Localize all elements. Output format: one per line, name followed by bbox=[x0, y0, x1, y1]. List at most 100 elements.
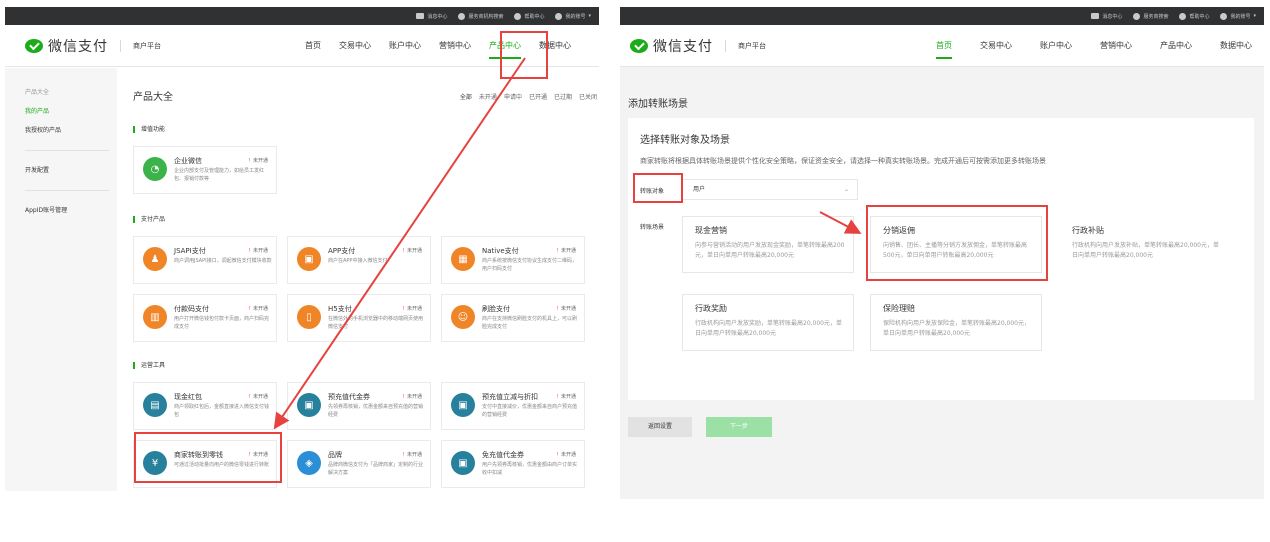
section-title: 增值功能 bbox=[133, 126, 165, 133]
discount-icon: ▣ bbox=[451, 393, 475, 417]
topbar-message[interactable]: 消息中心 bbox=[416, 13, 447, 20]
sidebar-item-all-products[interactable]: 产品大全 bbox=[5, 83, 117, 102]
nav-marketing[interactable]: 营销中心 bbox=[1100, 25, 1132, 67]
sidebar-item-appid[interactable]: AppID账号管理 bbox=[5, 201, 117, 220]
filter-all[interactable]: 全部 bbox=[460, 92, 472, 101]
nav-marketing[interactable]: 营销中心 bbox=[439, 25, 471, 67]
message-icon bbox=[1091, 13, 1100, 19]
brand-logo[interactable]: 微信支付 商户平台 bbox=[25, 36, 161, 56]
scene-option-distribution-commission[interactable]: 分销返佣 向销售、团长、主播等分销方发放佣金，单笔转账最高500元，单日向单用户… bbox=[870, 216, 1042, 273]
sidebar-item-authorized[interactable]: 我授权的产品 bbox=[5, 121, 117, 140]
product-card-red-packet[interactable]: ▤ 现金红包 ！未开通 商户领取红包后，金额直接进入微信支付钱包 bbox=[133, 382, 277, 430]
product-card-face[interactable]: ☺ 刷脸支付 ！未开通 商户在支持微信刷脸支付的机具上，可以刷脸完成支付 bbox=[441, 294, 585, 342]
status-badge: ！未开通 bbox=[555, 248, 576, 254]
sidebar-divider bbox=[25, 190, 109, 191]
chevron-down-icon: ⌄ bbox=[843, 186, 849, 193]
scene-name: 现金营销 bbox=[695, 226, 727, 235]
wechat-pay-logo-icon bbox=[630, 38, 648, 53]
topbar-service-search[interactable]: 服务商机构搜索 bbox=[458, 12, 503, 20]
help-icon bbox=[514, 12, 522, 20]
native-icon: ▦ bbox=[451, 247, 475, 271]
card-desc: 商户领取红包后，金额直接进入微信支付钱包 bbox=[174, 404, 270, 418]
target-value: 用户 bbox=[693, 186, 706, 193]
scene-option-admin-subsidy[interactable]: 行政补贴 行政机构向用户发放补贴，单笔转账最高20,000元，单日向单用户转账最… bbox=[1059, 216, 1231, 273]
nav-trade[interactable]: 交易中心 bbox=[980, 25, 1012, 67]
free-voucher-icon: ▣ bbox=[451, 451, 475, 475]
next-button[interactable]: 下一步 bbox=[706, 417, 772, 437]
product-card-app[interactable]: ▣ APP支付 ！未开通 商户在APP中接入微信支付 bbox=[287, 236, 431, 284]
scene-option-admin-reward[interactable]: 行政奖励 行政机构向用户发放奖励，单笔转账最高20,000元，单日向单用户转账最… bbox=[682, 294, 854, 351]
face-icon: ☺ bbox=[451, 305, 475, 329]
nav-products[interactable]: 产品中心 bbox=[1160, 25, 1192, 67]
card-name: 企业微信 bbox=[174, 157, 202, 165]
nav-products[interactable]: 产品中心 bbox=[489, 25, 521, 67]
card-name: 品牌 bbox=[328, 451, 342, 459]
page-title: 产品大全 bbox=[133, 92, 173, 103]
card-desc: 商户系统按微信支付协议生成支付二维码，用户扫码支付 bbox=[482, 258, 578, 272]
sidebar-item-my-products[interactable]: 我的产品 bbox=[5, 102, 117, 121]
product-card-voucher[interactable]: ▣ 预充值代金券 ！未开通 先领券再核销，优惠金额来自预充值的营销经费 bbox=[287, 382, 431, 430]
target-select[interactable]: 用户 ⌄ bbox=[682, 179, 858, 200]
sidebar-item-dev-config[interactable]: 开发配置 bbox=[5, 161, 117, 180]
product-list: 产品大全 全部 未开通 申请中 已开通 已过期 已关闭 增值功能 支付产品 运营… bbox=[117, 68, 599, 491]
section-title: 运营工具 bbox=[133, 362, 165, 369]
topbar-account[interactable]: 我的账号 ▾ bbox=[1220, 12, 1256, 20]
sidebar: 产品大全 我的产品 我授权的产品 开发配置 AppID账号管理 bbox=[5, 68, 117, 491]
product-card-barcode[interactable]: ▥ 付款码支付 ！未开通 用户打开微信钱包付款卡页面，商户扫码完成支付 bbox=[133, 294, 277, 342]
product-card-discount[interactable]: ▣ 预充值立减与折扣 ！未开通 支付中直接减价，优惠金额来自商户预充值的营销经费 bbox=[441, 382, 585, 430]
topbar-message[interactable]: 消息中心 bbox=[1091, 13, 1122, 20]
main-area: 添加转账场景 选择转账对象及场景 商家转账将根据具体转账场景提供个性化安全策略，… bbox=[620, 68, 1264, 499]
nav-home[interactable]: 首页 bbox=[936, 25, 952, 67]
scene-option-cash-marketing[interactable]: 现金营销 向参与营销活动的用户发放现金奖励，单笔转账最高200元，单日向单用户转… bbox=[682, 216, 854, 273]
product-card-h5[interactable]: ▯ H5支付 ！未开通 在微信外的手机浏览器中的移动端网页使用微信支付 bbox=[287, 294, 431, 342]
status-badge: ！未开通 bbox=[401, 306, 422, 312]
filter-closed[interactable]: 已关闭 bbox=[579, 92, 597, 101]
voucher-icon: ▣ bbox=[297, 393, 321, 417]
product-card-native[interactable]: ▦ Native支付 ！未开通 商户系统按微信支付协议生成支付二维码，用户扫码支… bbox=[441, 236, 585, 284]
card-desc: 可通过活动批量向用户的微信零钱进行转账 bbox=[174, 462, 270, 468]
nav-data[interactable]: 数据中心 bbox=[1220, 25, 1252, 67]
back-button[interactable]: 返回设置 bbox=[628, 417, 692, 437]
topbar-service-search[interactable]: 服务商搜索 bbox=[1133, 12, 1168, 20]
nav-account[interactable]: 账户中心 bbox=[389, 25, 421, 67]
product-card-wecom[interactable]: ◔ 企业微信 ！未开通 企业内部支付及管理能力，如给员工发红包、报销付款等 bbox=[133, 146, 277, 194]
filter-not-open[interactable]: 未开通 bbox=[479, 92, 497, 101]
card-desc: 商户在APP中接入微信支付 bbox=[328, 258, 388, 264]
nav-home[interactable]: 首页 bbox=[305, 25, 321, 67]
product-card-jsapi[interactable]: ♟ JSAPI支付 ！未开通 商户调用JSAPI接口，调起微信支付模块收款 bbox=[133, 236, 277, 284]
product-card-merchant-transfer[interactable]: ¥ 商家转账到零钱 ！未开通 可通过活动批量向用户的微信零钱进行转账 bbox=[133, 440, 277, 488]
nav-account[interactable]: 账户中心 bbox=[1040, 25, 1072, 67]
product-card-brand[interactable]: ◈ 品牌 ！未开通 品牌商微信支付为「品牌商家」定制的行业解决方案 bbox=[287, 440, 431, 488]
card-name: JSAPI支付 bbox=[174, 247, 206, 255]
jsapi-icon: ♟ bbox=[143, 247, 167, 271]
topbar-help[interactable]: 帮助中心 bbox=[514, 12, 544, 20]
filter-applying[interactable]: 申请中 bbox=[504, 92, 522, 101]
nav-data[interactable]: 数据中心 bbox=[539, 25, 571, 67]
status-badge: ！未开通 bbox=[247, 394, 268, 400]
card-desc: 支付中直接减价，优惠金额来自商户预充值的营销经费 bbox=[482, 404, 578, 418]
filter-expired[interactable]: 已过期 bbox=[554, 92, 572, 101]
status-badge: ！未开通 bbox=[555, 306, 576, 312]
nav-trade[interactable]: 交易中心 bbox=[339, 25, 371, 67]
scene-desc: 行政机构向用户发放补贴，单笔转账最高20,000元，单日向单用户转账最高20,0… bbox=[1072, 242, 1219, 259]
topbar-help[interactable]: 帮助中心 bbox=[1179, 12, 1209, 20]
product-card-free-voucher[interactable]: ▣ 免充值代金券 ！未开通 用户先领券再核销，优惠金额由商户订单实收中扣减 bbox=[441, 440, 585, 488]
brand-logo[interactable]: 微信支付 商户平台 bbox=[630, 36, 766, 56]
top-utility-bar: 消息中心 服务商搜索 帮助中心 我的账号 ▾ bbox=[620, 7, 1264, 25]
status-badge: ！未开通 bbox=[247, 306, 268, 312]
filter-opened[interactable]: 已开通 bbox=[529, 92, 547, 101]
scene-name: 行政补贴 bbox=[1072, 226, 1104, 235]
card-desc: 用户先领券再核销，优惠金额由商户订单实收中扣减 bbox=[482, 462, 578, 476]
form-title: 选择转账对象及场景 bbox=[640, 135, 730, 146]
scene-option-insurance-claim[interactable]: 保险理赔 保险机构向用户发放保险金，单笔转账最高20,000元，单日向单用户转账… bbox=[870, 294, 1042, 351]
logo-text: 微信支付 bbox=[48, 38, 108, 55]
red-packet-icon: ▤ bbox=[143, 393, 167, 417]
scene-desc: 保险机构向用户发放保险金，单笔转账最高20,000元，单日向单用户转账最高20,… bbox=[883, 320, 1030, 337]
user-icon bbox=[1220, 12, 1228, 20]
main-nav: 微信支付 商户平台 首页 交易中心 账户中心 营销中心 产品中心 数据中心 bbox=[5, 25, 599, 67]
nav-items: 首页 交易中心 账户中心 营销中心 产品中心 数据中心 bbox=[936, 25, 1252, 67]
card-name: Native支付 bbox=[482, 247, 519, 255]
topbar-account[interactable]: 我的账号 ▾ bbox=[555, 12, 591, 20]
top-utility-bar: 消息中心 服务商机构搜索 帮助中心 我的账号 ▾ bbox=[5, 7, 599, 25]
status-badge: ！未开通 bbox=[401, 248, 422, 254]
